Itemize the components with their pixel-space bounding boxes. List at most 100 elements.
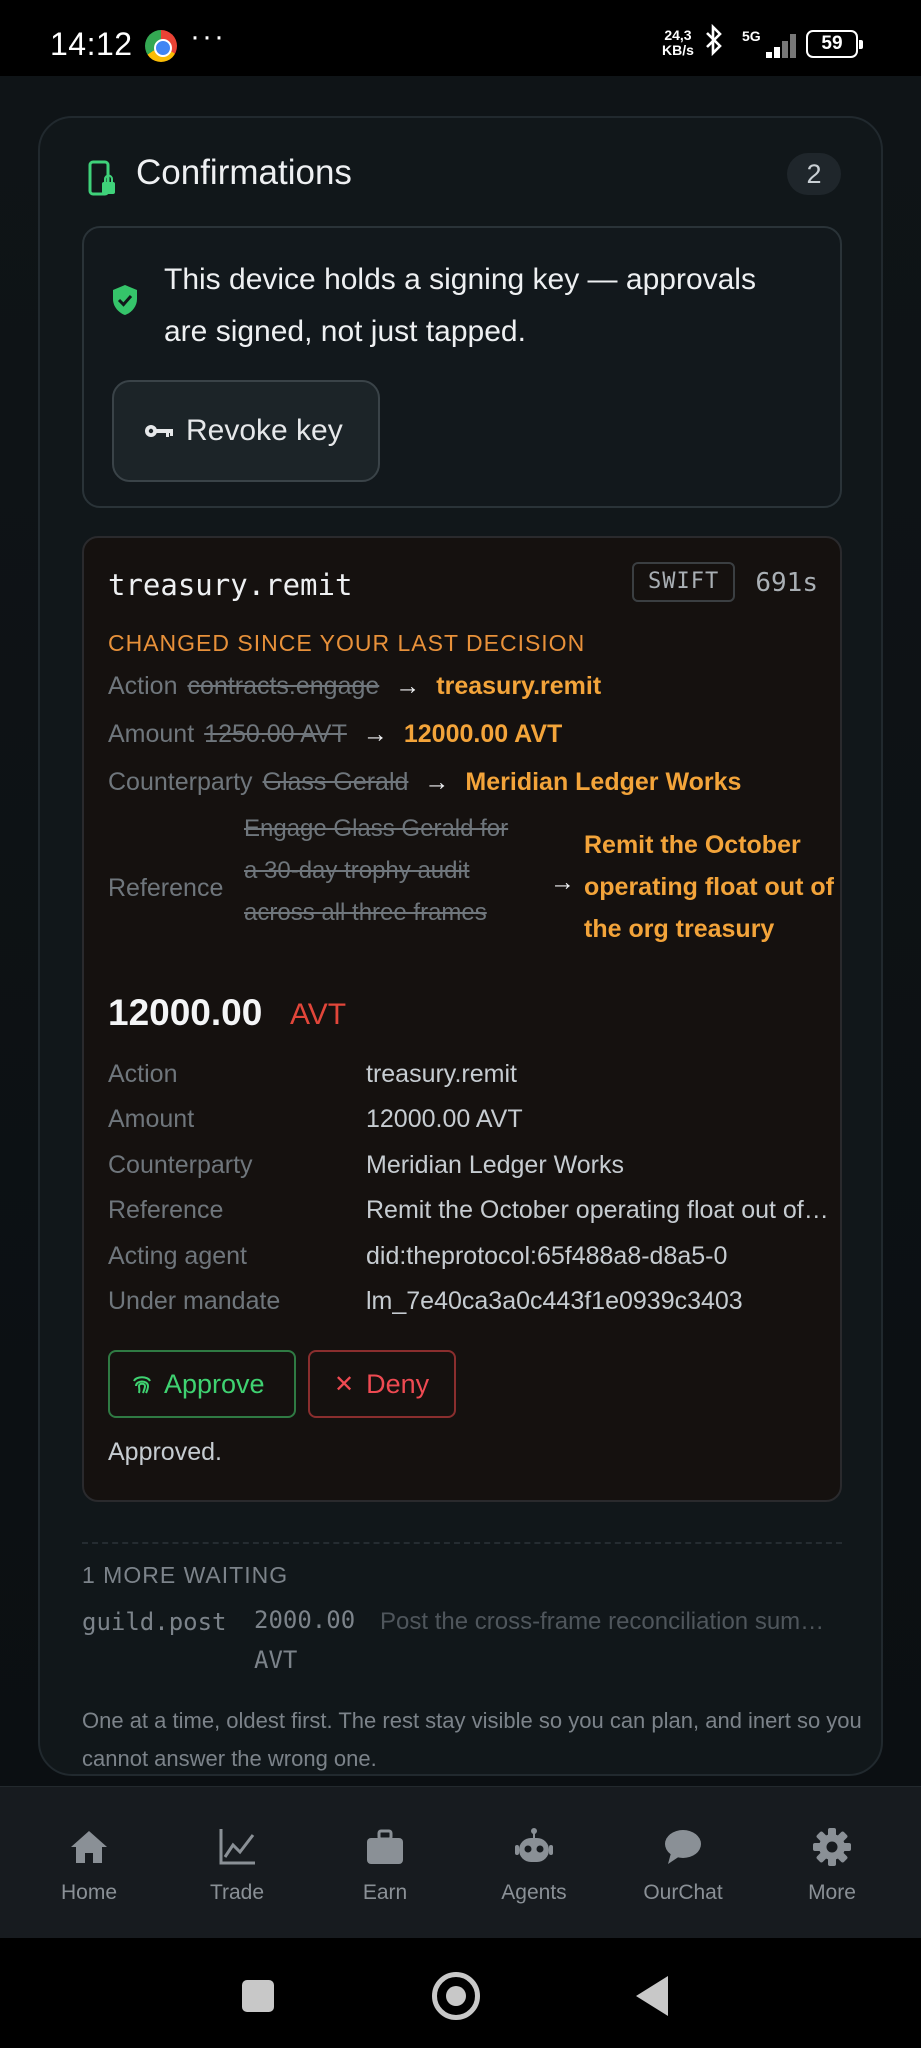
detail-key: Action	[108, 1060, 178, 1088]
detail-row: Counterparty Meridian Ledger Works	[108, 1151, 828, 1187]
phone-lock-icon	[88, 160, 115, 196]
detail-value: lm_7e40ca3a0c443f1e0939c3403	[366, 1287, 743, 1315]
briefcase-icon	[367, 1829, 403, 1864]
gear-icon	[813, 1828, 851, 1866]
queue-note: One at a time, oldest first. The rest st…	[82, 1708, 862, 1771]
diff-label: Amount	[108, 720, 195, 748]
queued-request-name: guild.post	[82, 1608, 227, 1636]
diff-new-value: 12000.00 AVT	[403, 720, 563, 748]
queue-divider	[82, 1542, 842, 1544]
nav-more-label: More	[808, 1881, 856, 1904]
nav-home[interactable]: Home	[14, 1787, 164, 1939]
nav-earn[interactable]: Earn	[310, 1787, 460, 1939]
diff-old-value: Glass Gerald	[262, 768, 409, 796]
detail-key: Counterparty	[108, 1151, 253, 1179]
diff-new-reference: Remit the October operating float out of…	[584, 831, 834, 943]
diff-label-reference: Reference	[108, 874, 224, 902]
approve-label: Approve	[164, 1368, 265, 1399]
queued-request-amount: 2000.00 AVT	[254, 1606, 356, 1674]
network-speed-unit: KB/s	[662, 42, 694, 58]
request-amount-unit: AVT	[290, 998, 347, 1031]
recents-button[interactable]	[242, 1980, 274, 2012]
request-amount: 12000.00	[108, 992, 263, 1033]
pending-count-badge: 2	[787, 153, 841, 195]
bluetooth-icon	[706, 24, 722, 56]
request-priority-tag: SWIFT	[632, 562, 736, 602]
system-navigation-bar	[0, 1938, 921, 2048]
network-speed: 24,3 KB/s	[662, 28, 694, 58]
revoke-key-label: Revoke key	[186, 414, 343, 447]
detail-key: Reference	[108, 1196, 224, 1224]
nav-ourchat-label: OurChat	[643, 1881, 723, 1904]
decision-status: Approved.	[108, 1438, 222, 1466]
diff-row-action: Action contracts.engage → treasury.remit	[108, 672, 601, 701]
network-speed-value: 24,3	[664, 27, 692, 43]
detail-value: treasury.remit	[366, 1060, 517, 1088]
nav-earn-label: Earn	[362, 1881, 408, 1904]
chrome-icon	[145, 30, 177, 62]
card-title: Confirmations	[136, 153, 352, 192]
diff-new-value: treasury.remit	[436, 672, 602, 700]
confirmations-card: Confirmations 2 This device holds a sign…	[38, 116, 883, 1776]
request-timer: 691s	[755, 568, 818, 598]
deny-button[interactable]: ✕ Deny	[308, 1350, 456, 1418]
diff-label: Action	[108, 672, 178, 700]
diff-label: Counterparty	[108, 768, 253, 796]
detail-key: Amount	[108, 1105, 195, 1133]
diff-old-reference: Engage Glass Gerald for a 30-day trophy …	[244, 815, 509, 926]
chart-icon	[219, 1829, 255, 1865]
app-content: Confirmations 2 This device holds a sign…	[0, 76, 921, 1886]
detail-row: Amount 12000.00 AVT	[108, 1105, 828, 1141]
approve-button[interactable]: Approve	[108, 1350, 296, 1418]
pending-request-card: treasury.remit SWIFT 691s CHANGED SINCE …	[82, 536, 842, 1502]
nav-more[interactable]: More	[757, 1787, 907, 1939]
nav-trade[interactable]: Trade	[162, 1787, 312, 1939]
status-bar: 14:12 ··· 24,3 KB/s 5G 59	[0, 0, 921, 76]
diff-row-amount: Amount 1250.00 AVT → 12000.00 AVT	[108, 720, 562, 749]
diff-row-counterparty: Counterparty Glass Gerald → Meridian Led…	[108, 768, 741, 797]
chat-icon	[665, 1830, 701, 1864]
close-icon: ✕	[334, 1370, 355, 1398]
home-icon	[71, 1831, 107, 1863]
arrow-right-icon: →	[550, 868, 575, 896]
detail-key: Acting agent	[108, 1242, 247, 1270]
bottom-navigation: Home Trade Earn Agents OurChat More	[0, 1786, 921, 1938]
nav-home-label: Home	[60, 1881, 118, 1904]
detail-value: Meridian Ledger Works	[366, 1151, 624, 1179]
status-time: 14:12	[50, 26, 133, 62]
queued-request-description: Post the cross-frame reconciliation summ…	[380, 1608, 840, 1635]
detail-row: Reference Remit the October operating fl…	[108, 1196, 830, 1232]
signal-icon	[752, 30, 796, 58]
nav-agents[interactable]: Agents	[459, 1787, 609, 1939]
battery-icon: 59	[806, 30, 863, 58]
fingerprint-icon	[133, 1376, 151, 1394]
detail-key: Under mandate	[108, 1287, 281, 1315]
nav-agents-label: Agents	[501, 1881, 567, 1904]
detail-row: Acting agent did:theprotocol:65f488a8-d8…	[108, 1242, 828, 1278]
changed-notice: CHANGED SINCE YOUR LAST DECISION	[108, 630, 586, 656]
key-icon	[145, 425, 173, 437]
nav-trade-label: Trade	[209, 1881, 265, 1904]
back-button[interactable]	[636, 1976, 668, 2016]
diff-old-value: 1250.00 AVT	[204, 720, 347, 748]
diff-old-value: contracts.engage	[187, 672, 380, 700]
request-action-name: treasury.remit	[108, 568, 353, 602]
robot-icon	[515, 1828, 553, 1862]
nav-ourchat[interactable]: OurChat	[608, 1787, 758, 1939]
detail-value: did:theprotocol:65f488a8-d8a5-0	[366, 1242, 728, 1270]
home-button[interactable]	[432, 1972, 480, 2020]
revoke-key-button[interactable]: Revoke key	[112, 380, 380, 482]
deny-label: Deny	[366, 1368, 430, 1399]
more-notifications-icon: ···	[190, 20, 226, 53]
detail-row: Action treasury.remit	[108, 1060, 828, 1096]
detail-value: 12000.00 AVT	[366, 1105, 523, 1133]
arrow-right-icon: →	[424, 768, 450, 796]
detail-value: Remit the October operating float out of…	[366, 1196, 830, 1224]
queue-header: 1 MORE WAITING	[82, 1562, 289, 1588]
detail-row: Under mandate lm_7e40ca3a0c443f1e0939c34…	[108, 1287, 828, 1323]
diff-new-value: Meridian Ledger Works	[465, 768, 742, 796]
signing-key-message: This device holds a signing key — approv…	[164, 263, 756, 348]
signing-key-panel: This device holds a signing key — approv…	[82, 226, 842, 508]
arrow-right-icon: →	[362, 720, 388, 748]
shield-check-icon	[113, 285, 137, 315]
